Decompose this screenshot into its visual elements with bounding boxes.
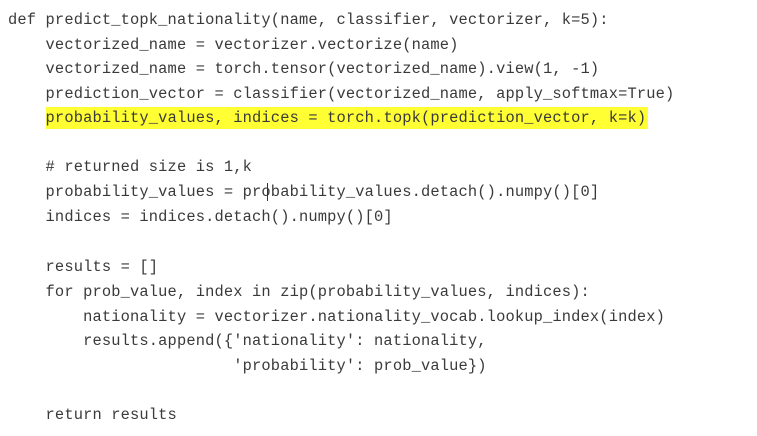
code-line-5-highlighted: probability_values, indices = torch.topk… (8, 107, 649, 129)
highlighted-code: probability_values, indices = torch.topk… (45, 107, 649, 129)
code-line-15: 'probability': prob_value}) (8, 357, 487, 375)
code-line-11: results = [] (8, 258, 159, 276)
code-line-12: for prob_value, index in zip(probability… (8, 283, 590, 301)
code-line-13: nationality = vectorizer.nationality_voc… (8, 308, 666, 326)
code-line-4: prediction_vector = classifier(vectorize… (8, 85, 675, 103)
code-line-8: probability_values = probability_values.… (8, 183, 600, 201)
code-line-14: results.append({'nationality': nationali… (8, 332, 487, 350)
code-line-17: return results (8, 406, 177, 424)
code-line-9: indices = indices.detach().numpy()[0] (8, 208, 393, 226)
code-line-3: vectorized_name = torch.tensor(vectorize… (8, 60, 600, 78)
code-editor[interactable]: def predict_topk_nationality(name, class… (0, 0, 757, 436)
code-line-7-comment: # returned size is 1,k (8, 158, 253, 176)
code-line-2: vectorized_name = vectorizer.vectorize(n… (8, 36, 459, 54)
text-cursor (267, 183, 268, 201)
code-line-1: def predict_topk_nationality(name, class… (8, 11, 609, 29)
